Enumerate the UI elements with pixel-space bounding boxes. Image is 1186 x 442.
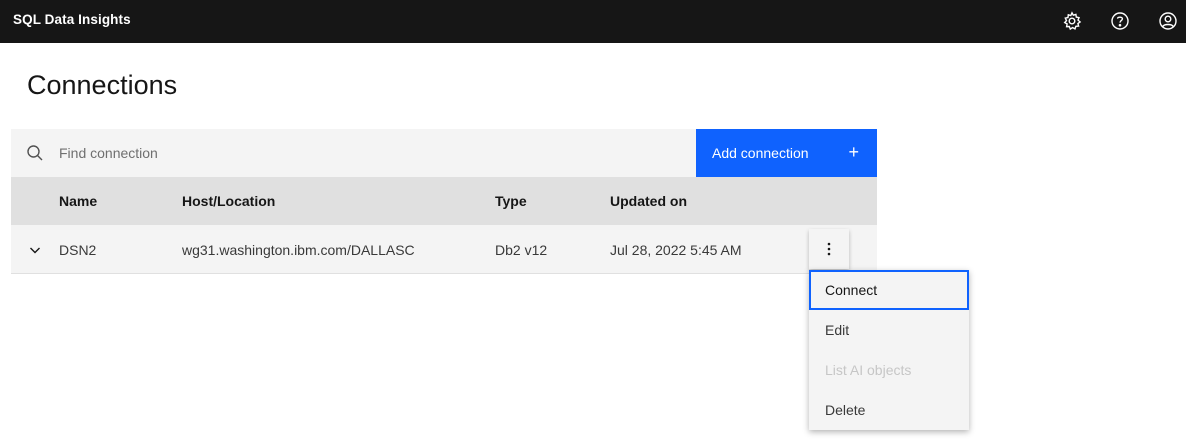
column-header-host[interactable]: Host/Location (182, 193, 275, 209)
help-icon[interactable] (1105, 6, 1135, 36)
column-header-name[interactable]: Name (59, 193, 97, 209)
search-icon (27, 145, 43, 161)
add-connection-button[interactable]: Add connection + (696, 129, 877, 177)
column-header-type[interactable]: Type (495, 193, 527, 209)
menu-item-list-ai-objects: List AI objects (825, 362, 912, 378)
row-host: wg31.washington.ibm.com/DALLASC (182, 242, 415, 258)
row-type: Db2 v12 (495, 242, 548, 258)
chevron-down-icon[interactable] (27, 242, 43, 258)
app-title: SQL Data Insights (13, 12, 131, 27)
overflow-menu-button[interactable] (809, 229, 849, 269)
add-connection-label: Add connection (712, 145, 809, 161)
column-header-updated[interactable]: Updated on (610, 193, 687, 209)
menu-item-edit[interactable]: Edit (809, 310, 969, 350)
page-title: Connections (27, 70, 178, 100)
row-updated: Jul 28, 2022 5:45 AM (610, 242, 742, 258)
menu-item-connect[interactable]: Connect (809, 270, 969, 310)
menu-item-delete[interactable]: Delete (809, 390, 969, 430)
gear-icon[interactable] (1057, 6, 1087, 36)
table-row[interactable]: DSN2 wg31.washington.ibm.com/DALLASC Db2… (11, 225, 877, 274)
search-input[interactable] (49, 129, 689, 177)
row-name: DSN2 (59, 242, 97, 258)
table-header: Name Host/Location Type Updated on (11, 177, 877, 225)
table-toolbar: Add connection + (11, 129, 877, 177)
user-avatar-icon[interactable] (1153, 6, 1183, 36)
plus-icon: + (848, 142, 859, 162)
overflow-menu: Connect Edit List AI objects Delete (809, 270, 969, 430)
overflow-menu-icon (827, 242, 831, 256)
top-bar: SQL Data Insights (0, 0, 1186, 43)
